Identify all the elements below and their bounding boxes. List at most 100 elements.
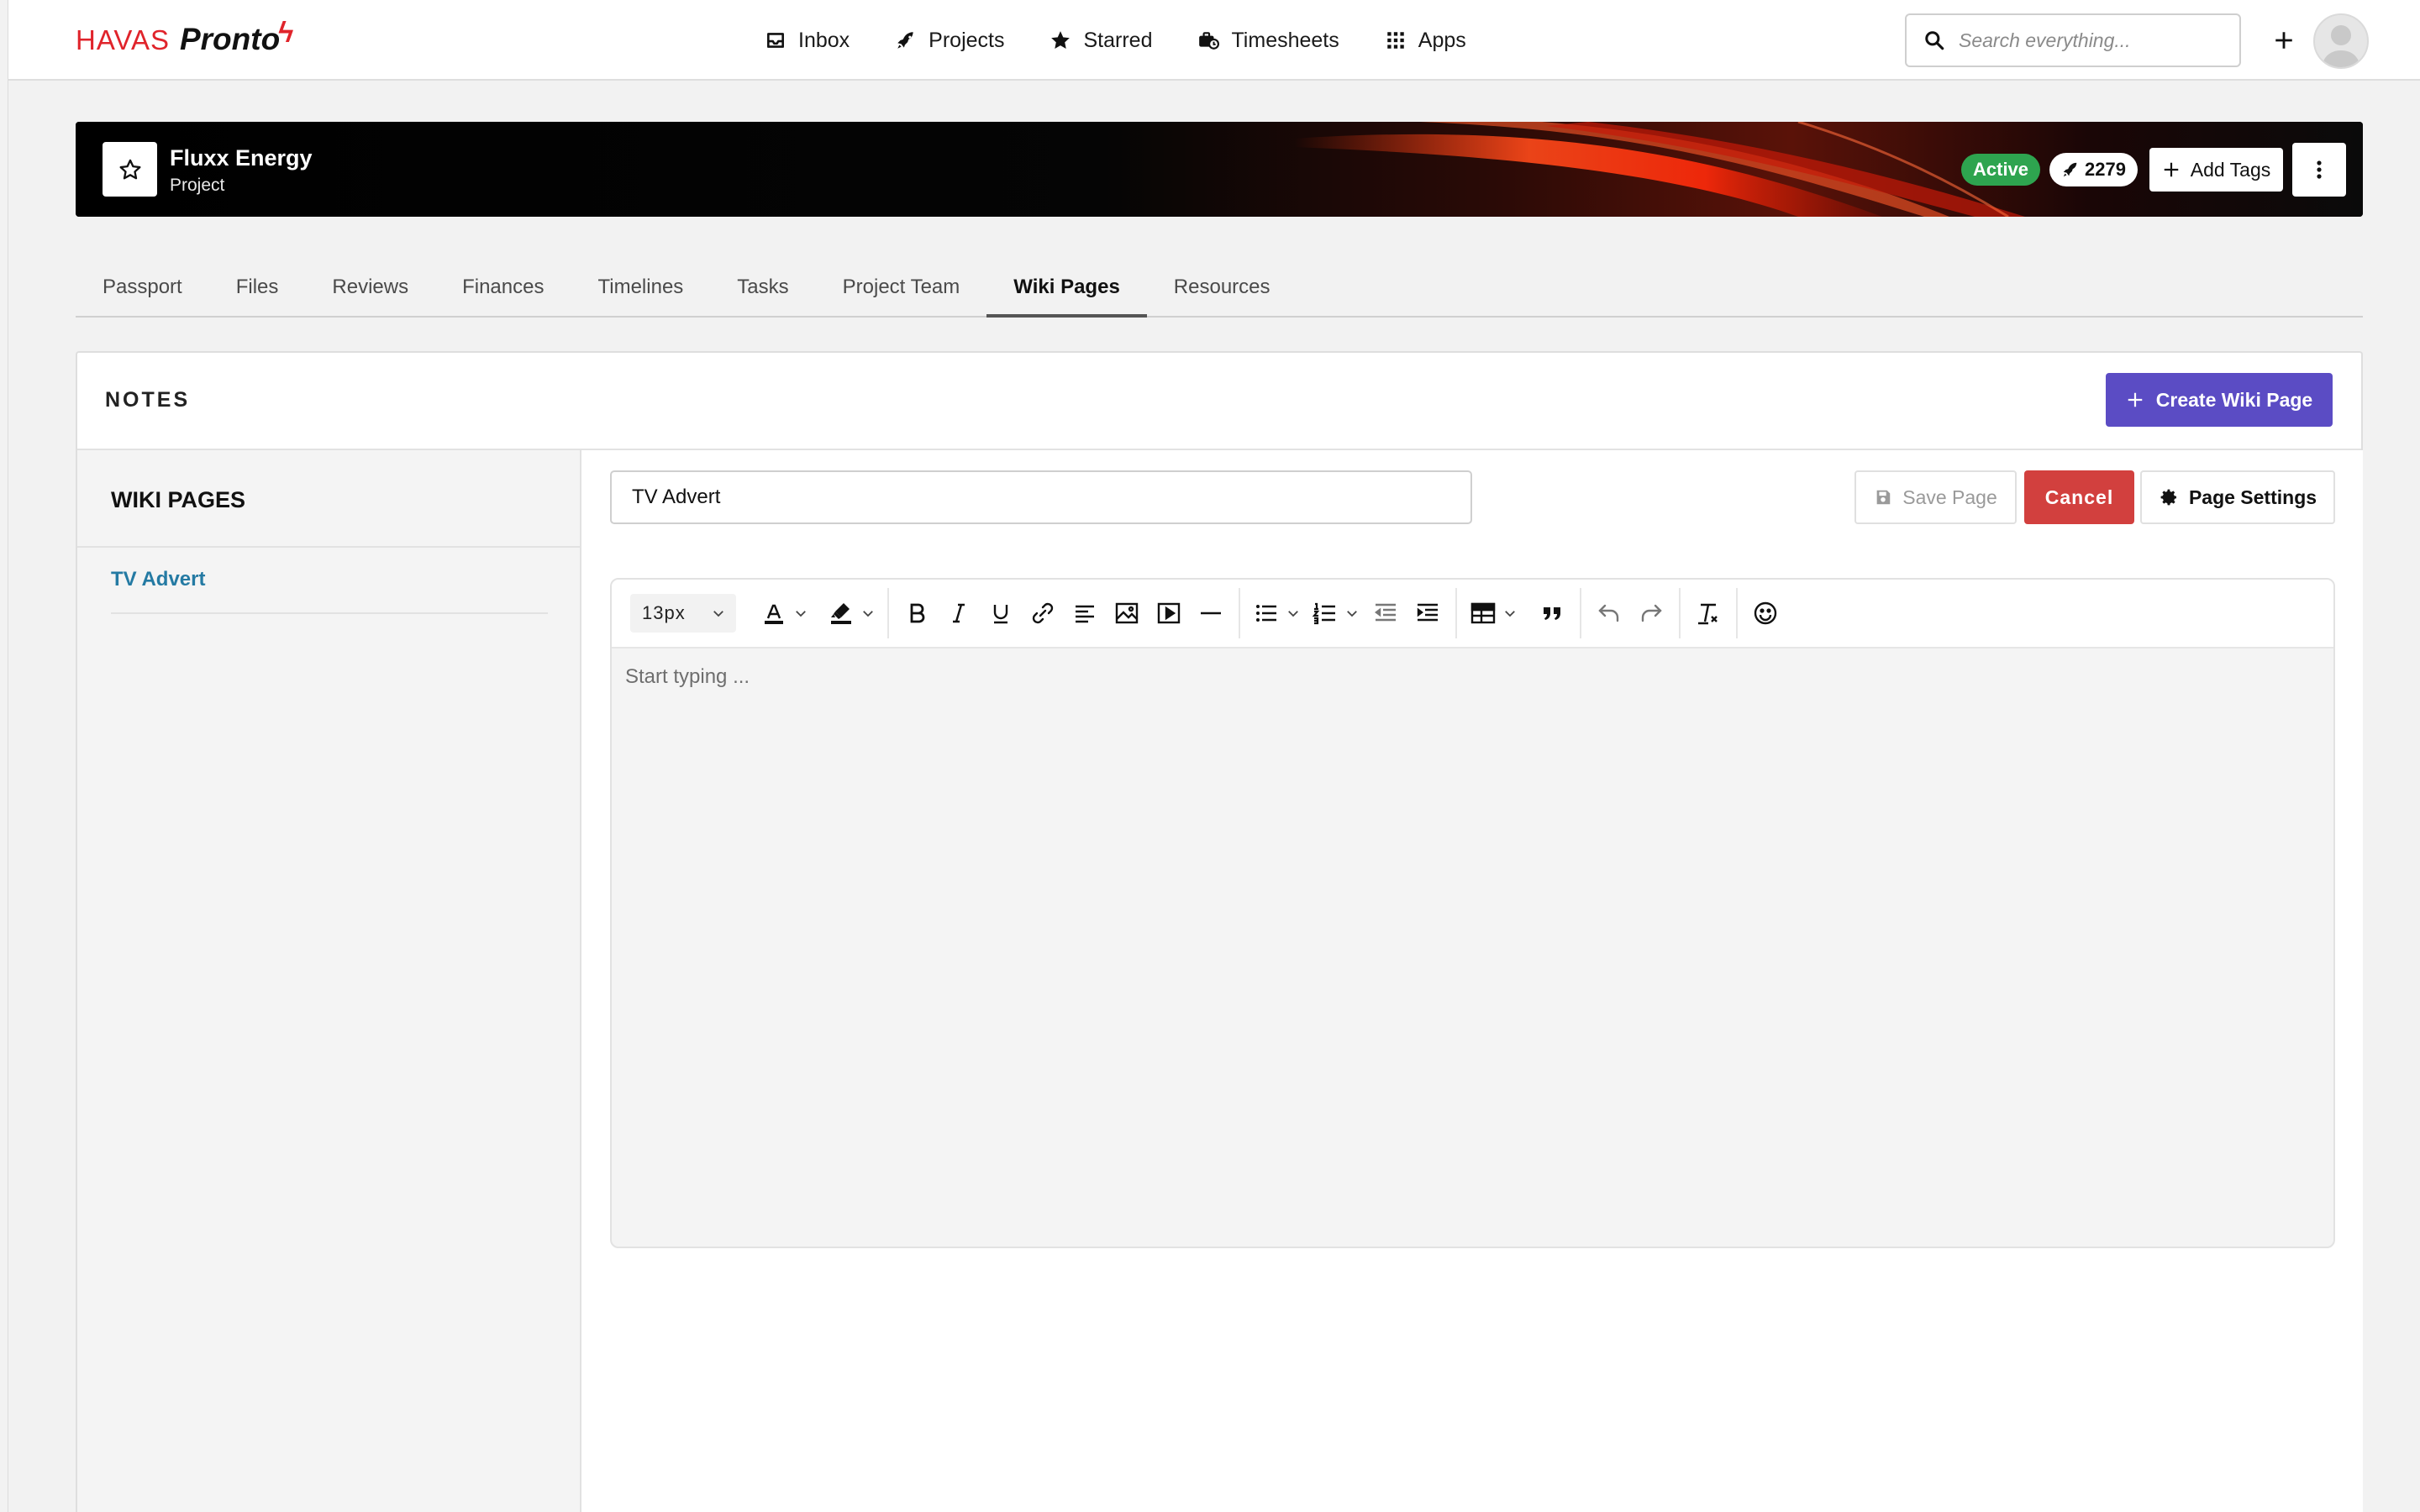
link-icon (1032, 602, 1054, 624)
chevron-down-icon (1288, 611, 1298, 617)
editor-toolbar: 13px (612, 580, 2333, 648)
tab-wiki-pages[interactable]: Wiki Pages (986, 265, 1147, 318)
global-search[interactable] (1905, 13, 2241, 67)
horizontal-rule-button[interactable] (1190, 592, 1232, 634)
logo-havas-text: HAVAS (76, 24, 170, 55)
add-tags-label: Add Tags (2190, 158, 2271, 181)
divider (77, 546, 580, 548)
bold-icon (910, 603, 925, 623)
nav-projects[interactable]: Projects (895, 29, 1004, 53)
timesheets-icon (1199, 32, 1220, 50)
toolbar-group-history (1581, 588, 1681, 638)
user-avatar[interactable] (2313, 13, 2369, 69)
redo-icon (1641, 604, 1662, 622)
tab-timelines[interactable]: Timelines (571, 265, 710, 316)
clear-formatting-button[interactable] (1687, 592, 1729, 634)
nav-inbox[interactable]: Inbox (765, 29, 850, 53)
logo-pronto-word: Pronto (179, 22, 281, 56)
toolbar-group-format (889, 588, 1240, 638)
search-icon (1925, 31, 1944, 50)
wiki-pages-sidebar: WIKI PAGES TV Advert (77, 450, 581, 1512)
chevron-down-icon (1505, 611, 1515, 617)
bolt-icon: ϟ (278, 17, 294, 49)
clear-format-icon (1698, 603, 1718, 625)
insert-image-button[interactable] (1106, 592, 1148, 634)
create-wiki-page-label: Create Wiki Page (2155, 388, 2313, 411)
plus-icon (2164, 162, 2178, 177)
align-left-icon (1076, 605, 1094, 623)
table-icon (1470, 602, 1496, 624)
notes-title: NOTES (105, 388, 191, 412)
font-size-select[interactable]: 13px (630, 594, 736, 633)
quote-icon (1544, 607, 1560, 620)
blockquote-button[interactable] (1531, 592, 1573, 634)
emoji-icon (1754, 601, 1777, 625)
nav-projects-label: Projects (929, 28, 1005, 52)
nav-starred-label: Starred (1083, 28, 1153, 52)
create-wiki-page-button[interactable]: Create Wiki Page (2106, 373, 2333, 427)
page-settings-label: Page Settings (2188, 486, 2317, 508)
nav-starred[interactable]: Starred (1050, 29, 1152, 53)
bullet-list-button[interactable] (1247, 592, 1306, 634)
italic-button[interactable] (938, 592, 980, 634)
project-tabs: Passport Files Reviews Finances Timeline… (76, 265, 2363, 318)
undo-icon (1598, 604, 1619, 622)
user-silhouette-icon (2322, 25, 2360, 67)
link-button[interactable] (1022, 592, 1064, 634)
horizontal-line-icon (1201, 612, 1221, 615)
nav-inbox-label: Inbox (798, 28, 850, 52)
toolbar-group-clear (1681, 588, 1738, 638)
outdent-button[interactable] (1365, 592, 1407, 634)
rich-text-editor: 13px Start typing ... (610, 578, 2335, 1248)
indent-button[interactable] (1407, 592, 1449, 634)
wiki-pages-heading: WIKI PAGES (111, 487, 246, 512)
editor-content[interactable]: Start typing ... (625, 665, 750, 689)
bullet-list-icon (1256, 605, 1276, 622)
indent-icon (1417, 603, 1438, 622)
bold-button[interactable] (896, 592, 938, 634)
insert-media-button[interactable] (1148, 592, 1190, 634)
project-count-badge: 2279 (2049, 153, 2138, 186)
tab-project-team[interactable]: Project Team (816, 265, 987, 316)
create-new-button[interactable] (2267, 24, 2301, 57)
emoji-button[interactable] (1744, 592, 1786, 634)
tab-reviews[interactable]: Reviews (305, 265, 435, 316)
redo-button[interactable] (1630, 592, 1672, 634)
tab-passport[interactable]: Passport (76, 265, 209, 316)
save-page-button[interactable]: Save Page (1854, 470, 2017, 524)
wiki-page-link[interactable]: TV Advert (111, 568, 205, 591)
text-color-button[interactable] (755, 592, 813, 634)
highlight-color-button[interactable] (822, 592, 881, 634)
tab-finances[interactable]: Finances (435, 265, 571, 316)
tab-resources[interactable]: Resources (1147, 265, 1297, 316)
project-menu-button[interactable] (2292, 143, 2346, 197)
toolbar-group-insert (1457, 588, 1581, 638)
video-icon (1157, 602, 1181, 624)
align-button[interactable] (1064, 592, 1106, 634)
main-nav: Inbox Projects Starred Timesheets Apps (765, 20, 1466, 60)
add-tags-button[interactable]: Add Tags (2149, 148, 2283, 192)
status-badge: Active (1961, 154, 2041, 186)
tab-tasks[interactable]: Tasks (710, 265, 815, 316)
numbered-list-button[interactable] (1306, 592, 1365, 634)
underline-button[interactable] (980, 592, 1022, 634)
search-input[interactable] (1959, 29, 2228, 52)
highlighter-icon (831, 603, 851, 624)
page-settings-button[interactable]: Page Settings (2140, 470, 2335, 524)
nav-apps-label: Apps (1418, 28, 1466, 52)
undo-button[interactable] (1588, 592, 1630, 634)
toolbar-group-lists (1240, 588, 1457, 638)
insert-table-button[interactable] (1464, 592, 1523, 634)
gear-icon (2160, 489, 2176, 506)
nav-timesheets[interactable]: Timesheets (1197, 29, 1339, 53)
chevron-down-icon (796, 611, 806, 617)
project-title: Fluxx Energy (170, 145, 313, 171)
cancel-button[interactable]: Cancel (2024, 470, 2134, 524)
page-title-input[interactable] (610, 470, 1472, 524)
page: HAVAS Pronto ϟ Inbox Projects Starred Tim… (8, 0, 2420, 1512)
favorite-star-button[interactable] (103, 142, 157, 197)
nav-apps[interactable]: Apps (1385, 29, 1466, 53)
save-icon (1876, 490, 1891, 505)
tab-files[interactable]: Files (209, 265, 306, 316)
brand-logo[interactable]: HAVAS Pronto ϟ (76, 17, 294, 57)
